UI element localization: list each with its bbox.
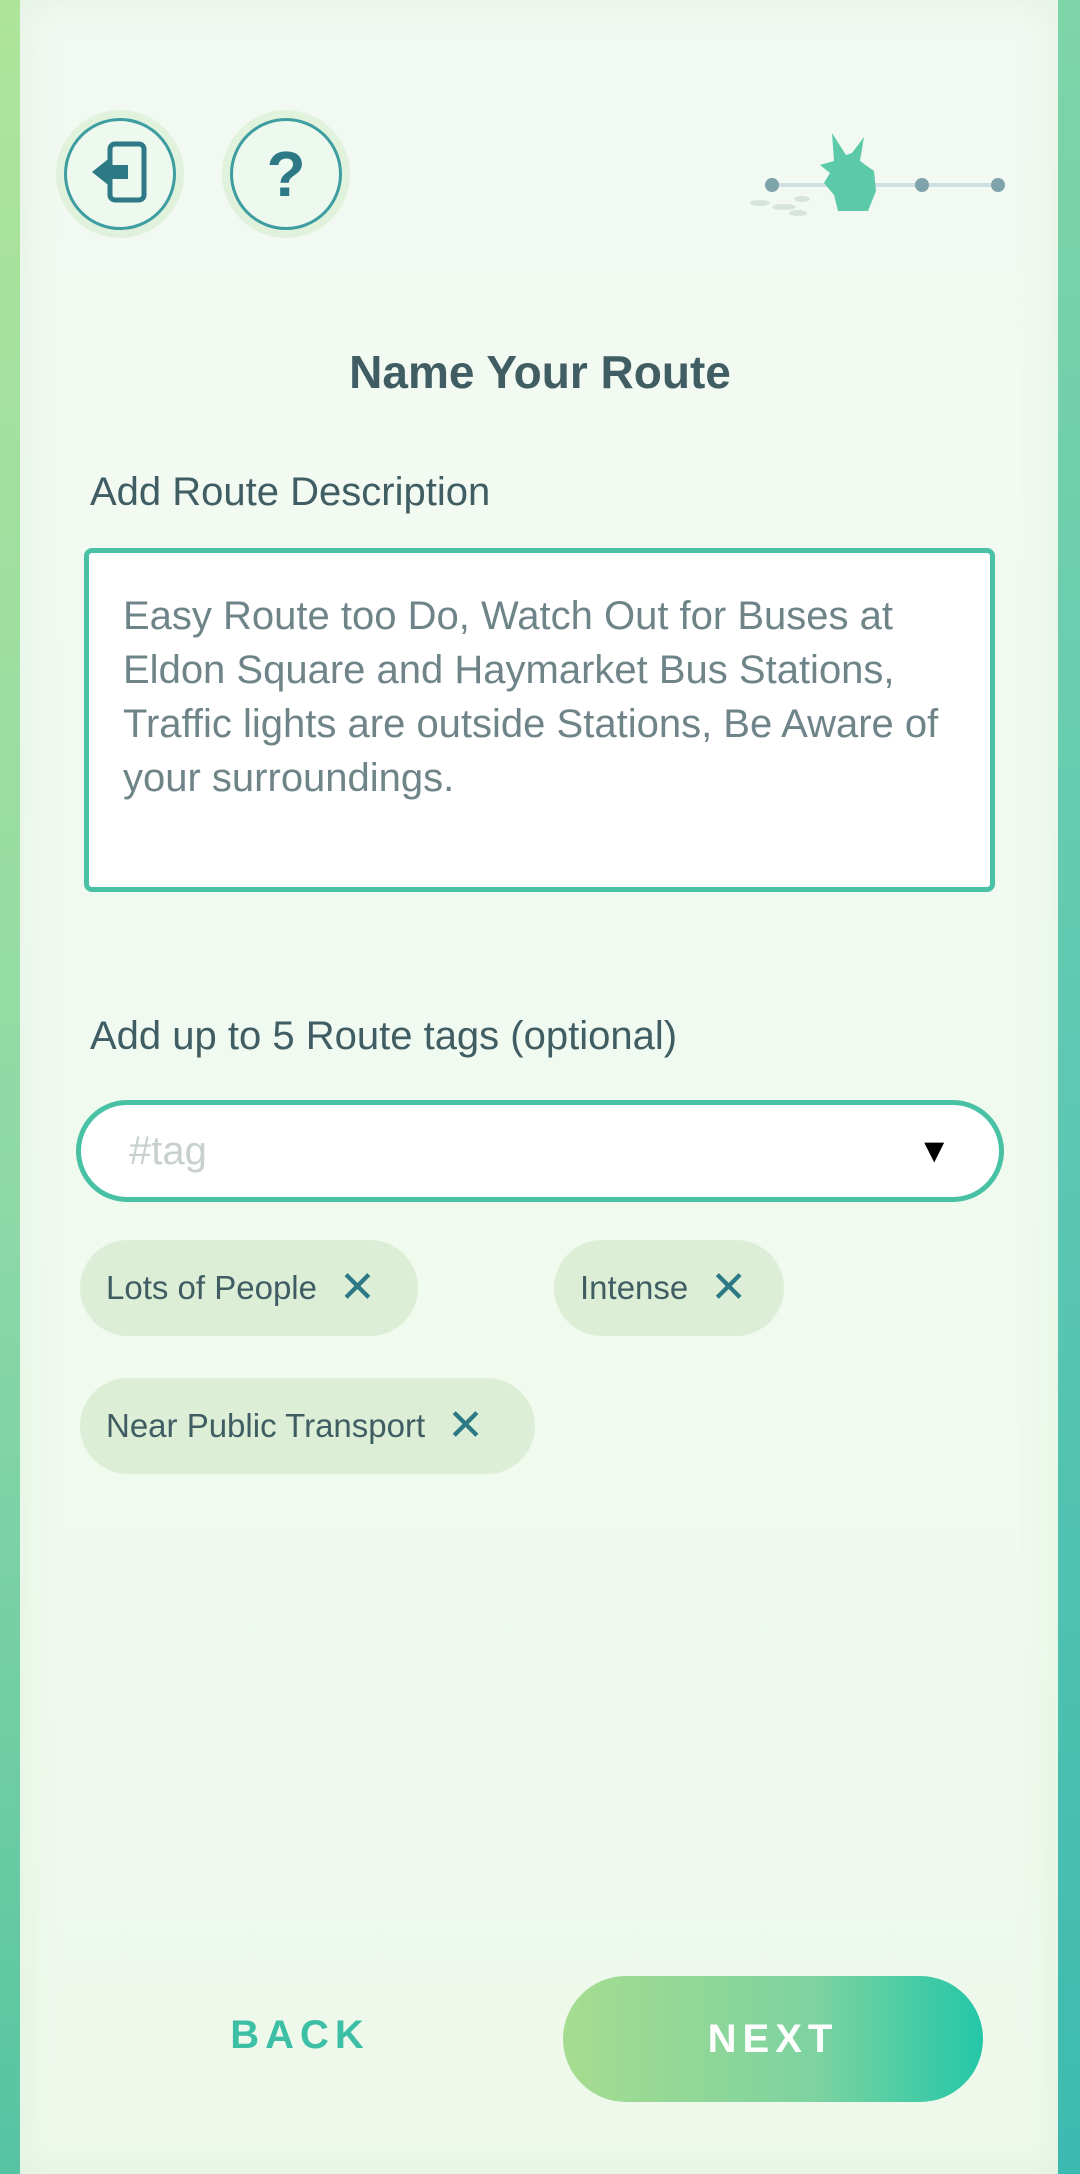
tag-chip-intense: Intense ✕ bbox=[554, 1240, 784, 1336]
main-panel bbox=[20, 0, 1058, 2174]
tags-label: Add up to 5 Route tags (optional) bbox=[90, 1014, 678, 1058]
back-button[interactable]: BACK bbox=[200, 2000, 400, 2070]
next-button[interactable]: NEXT bbox=[563, 1976, 983, 2102]
question-mark-icon: ? bbox=[266, 138, 306, 210]
progress-step-2 bbox=[915, 178, 929, 192]
remove-tag-icon[interactable]: ✕ bbox=[447, 1404, 484, 1448]
tag-input[interactable]: #tag ▼ bbox=[76, 1100, 1004, 1202]
progress-step-3 bbox=[991, 178, 1005, 192]
background-strip bbox=[1058, 0, 1080, 2174]
progress-step-1 bbox=[765, 178, 779, 192]
tag-chip-label: Near Public Transport bbox=[106, 1407, 426, 1444]
exit-door-icon bbox=[84, 136, 156, 213]
progress-tracker bbox=[740, 125, 1010, 225]
route-description-field[interactable]: Easy Route too Do, Watch Out for Buses a… bbox=[84, 548, 995, 892]
running-pikachu-icon bbox=[820, 133, 876, 211]
remove-tag-icon[interactable]: ✕ bbox=[710, 1266, 747, 1310]
tag-chip-lots-of-people: Lots of People ✕ bbox=[80, 1240, 418, 1336]
remove-tag-icon[interactable]: ✕ bbox=[339, 1266, 376, 1310]
description-label: Add Route Description bbox=[90, 470, 491, 514]
tag-chip-label: Intense bbox=[580, 1269, 689, 1306]
tag-chip-label: Lots of People bbox=[106, 1269, 317, 1306]
chevron-down-icon[interactable]: ▼ bbox=[917, 1132, 951, 1171]
tag-placeholder: #tag bbox=[129, 1128, 207, 1173]
route-description-text: Easy Route too Do, Watch Out for Buses a… bbox=[123, 594, 939, 800]
help-button[interactable]: ? bbox=[230, 118, 342, 230]
tag-chip-near-public-transport: Near Public Transport ✕ bbox=[80, 1378, 535, 1474]
exit-button[interactable] bbox=[64, 118, 176, 230]
page-title: Name Your Route bbox=[349, 346, 731, 398]
